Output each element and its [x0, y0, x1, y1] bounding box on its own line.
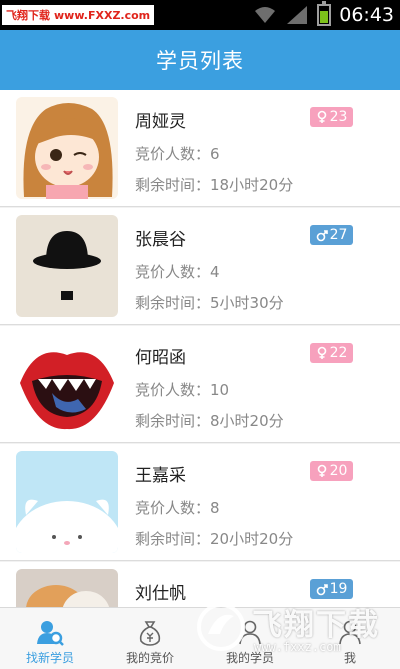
student-name: 王嘉采 [135, 466, 186, 486]
time-left: 20小时20分 [210, 530, 294, 548]
time-left: 5小时30分 [210, 294, 284, 312]
tab-my-bids[interactable]: 我的竞价 [100, 608, 200, 669]
money-bag-icon [139, 621, 161, 646]
bid-count: 4 [210, 263, 220, 281]
male-icon [316, 230, 328, 242]
gender-age-badge: 23 [310, 107, 353, 127]
age-value: 27 [329, 227, 348, 243]
student-row[interactable]: 刘仕帆 19 [0, 562, 400, 607]
watermark-site-badge: 飞翔下载 www.FXXZ.com [2, 5, 155, 25]
student-avatar [16, 451, 118, 553]
age-value: 20 [329, 463, 348, 479]
tab-find-students[interactable]: 找新学员 [0, 608, 100, 669]
battery-icon [317, 1, 332, 26]
male-icon [316, 584, 328, 596]
time-info: 剩余时间：20小时20分 [135, 528, 293, 549]
bid-count: 8 [210, 499, 220, 517]
tab-label: 找新学员 [25, 651, 74, 665]
bid-info: 竞价人数：6 [135, 143, 220, 164]
gender-age-badge: 27 [310, 225, 353, 245]
tab-my-students[interactable]: 我的学员 [200, 608, 300, 669]
watermark-site-name: 飞翔下载 [6, 9, 50, 22]
age-value: 23 [329, 109, 348, 125]
time-info: 剩余时间：18小时20分 [135, 174, 293, 195]
app-header: 学员列表 [0, 30, 400, 90]
time-left-label: 剩余时间： [135, 530, 211, 548]
bid-count-label: 竞价人数： [135, 381, 211, 399]
female-icon [317, 346, 326, 359]
student-row[interactable]: 周娅灵 23 竞价人数：6 剩余时间：18小时20分 [0, 90, 400, 207]
female-icon [317, 464, 326, 477]
tab-label: 我的竞价 [125, 651, 174, 665]
watermark-site-url: www.FXXZ.com [54, 8, 151, 22]
bid-info: 竞价人数：10 [135, 379, 229, 400]
signal-icon [287, 6, 308, 24]
student-name: 张晨谷 [135, 230, 186, 250]
student-avatar [16, 333, 118, 435]
wifi-icon [255, 7, 276, 23]
page-title: 学员列表 [156, 49, 244, 73]
bid-count-label: 竞价人数： [135, 145, 211, 163]
bid-count-label: 竞价人数： [135, 263, 211, 281]
time-info: 剩余时间：8小时20分 [135, 410, 284, 431]
people-icon [37, 621, 64, 646]
me-icon [339, 620, 361, 645]
status-time: 06:43 [339, 4, 394, 26]
student-name: 何昭函 [135, 348, 186, 368]
time-info: 剩余时间：5小时30分 [135, 292, 284, 313]
female-icon [317, 110, 326, 123]
student-row[interactable]: 王嘉采 20 竞价人数：8 剩余时间：20小时20分 [0, 444, 400, 561]
student-avatar [16, 215, 118, 317]
bid-count-label: 竞价人数： [135, 499, 211, 517]
gender-age-badge: 22 [310, 343, 353, 363]
time-left-label: 剩余时间： [135, 176, 211, 194]
bid-info: 竞价人数：4 [135, 261, 220, 282]
status-icons: 06:43 [253, 0, 394, 30]
age-value: 22 [329, 345, 348, 361]
time-left-label: 剩余时间： [135, 412, 211, 430]
age-value: 19 [329, 581, 348, 597]
time-left-label: 剩余时间： [135, 294, 211, 312]
student-name: 刘仕帆 [135, 584, 186, 604]
tab-label: 我的学员 [225, 651, 274, 665]
bid-count: 10 [210, 381, 230, 399]
time-left: 18小时20分 [210, 176, 294, 194]
gender-age-badge: 19 [310, 579, 353, 599]
bid-count: 6 [210, 145, 220, 163]
tab-label: 我 [343, 651, 356, 665]
gender-age-badge: 20 [310, 461, 353, 481]
student-list[interactable]: 周娅灵 23 竞价人数：6 剩余时间：18小时20分 张晨谷 27 竞价人数：4… [0, 90, 400, 607]
bid-info: 竞价人数：8 [135, 497, 220, 518]
student-row[interactable]: 何昭函 22 竞价人数：10 剩余时间：8小时20分 [0, 326, 400, 443]
student-avatar [16, 97, 118, 199]
student-row[interactable]: 张晨谷 27 竞价人数：4 剩余时间：5小时30分 [0, 208, 400, 325]
student-avatar [16, 569, 118, 607]
status-bar: 飞翔下载 www.FXXZ.com 06:43 [0, 0, 400, 30]
students-icon [239, 620, 261, 645]
tab-me[interactable]: 我 [300, 608, 400, 669]
time-left: 8小时20分 [210, 412, 284, 430]
student-name: 周娅灵 [135, 112, 186, 132]
bottom-tab-bar: 找新学员 我的竞价 我的学员 我 [0, 607, 400, 669]
